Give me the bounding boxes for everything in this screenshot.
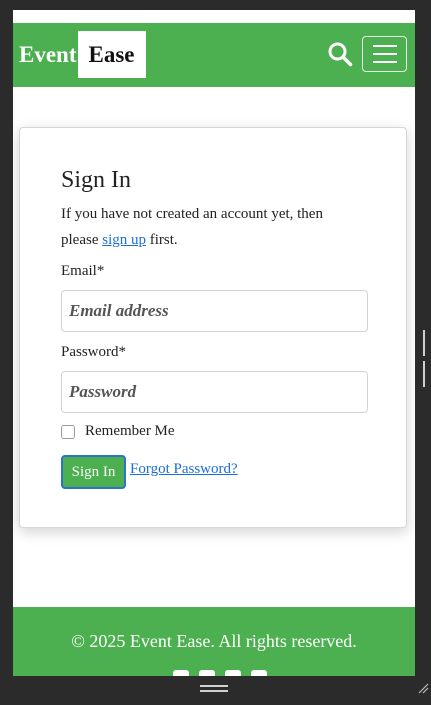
email-field[interactable]	[61, 290, 368, 332]
side-resize-handle[interactable]	[423, 330, 428, 387]
password-field[interactable]	[61, 371, 368, 413]
signup-link[interactable]: sign up	[102, 232, 146, 248]
navbar: Event Ease	[13, 23, 415, 87]
hamburger-menu-icon	[372, 45, 397, 63]
signin-button[interactable]: Sign In	[61, 455, 126, 489]
search-icon	[328, 42, 353, 67]
brand-logo[interactable]: Event Ease	[19, 31, 146, 78]
forgot-password-link[interactable]: Forgot Password?	[130, 461, 238, 478]
brand-event-text: Event	[19, 41, 77, 67]
search-button[interactable]	[327, 41, 353, 67]
browser-viewport: Event Ease Sign In If you have not creat…	[13, 10, 415, 698]
brand-ease-text: Ease	[77, 31, 146, 78]
page-title: Sign In	[61, 167, 132, 193]
copyright-text: © 2025 Event Ease. All rights reserved.	[71, 631, 357, 651]
signin-intro: If you have not created an account yet, …	[61, 201, 361, 253]
intro-text-before: If you have not created an account yet, …	[61, 206, 323, 248]
drag-grip-icon[interactable]	[200, 685, 228, 695]
intro-text-after: first.	[146, 232, 178, 248]
bottom-drag-bar	[13, 676, 415, 698]
corner-resize-icon[interactable]	[417, 682, 429, 694]
email-label: Email*	[61, 263, 105, 279]
menu-toggle-button[interactable]	[362, 36, 407, 72]
remember-me[interactable]: Remember Me	[61, 423, 175, 440]
remember-me-label: Remember Me	[85, 423, 175, 439]
signin-card: Sign In If you have not created an accou…	[19, 127, 407, 528]
password-label: Password*	[61, 344, 127, 360]
remember-me-checkbox[interactable]	[61, 424, 75, 439]
